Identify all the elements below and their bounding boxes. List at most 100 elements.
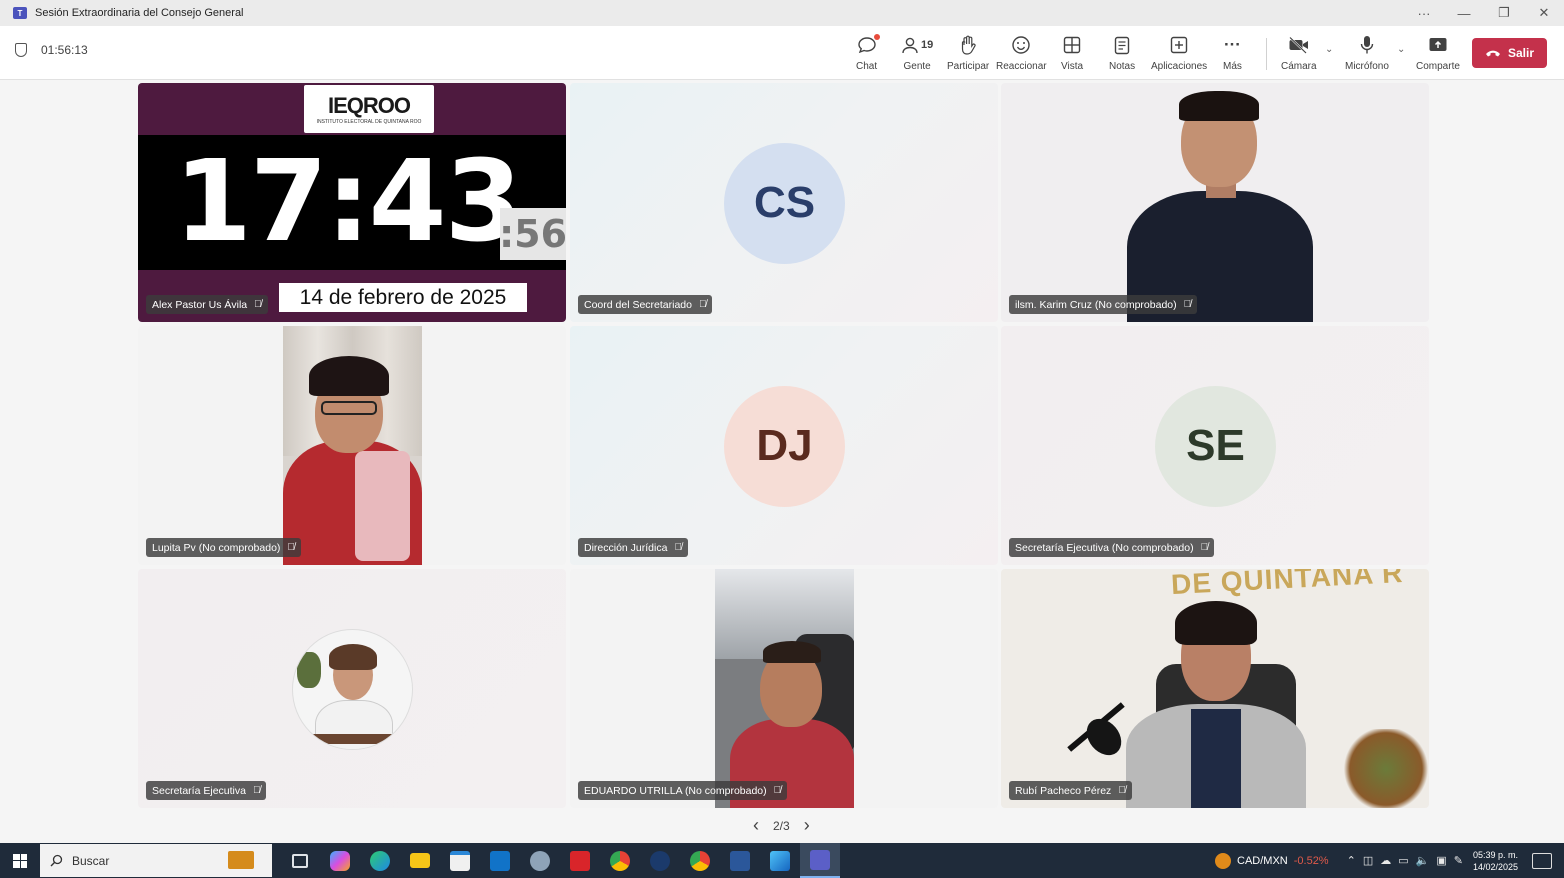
avatar: SE [1155,385,1276,507]
battery-icon[interactable]: ▣ [1436,854,1446,867]
participant-tile-cs[interactable]: CS Coord del Secretariado 🎙̸ [570,83,998,322]
app-icon [530,850,550,871]
chrome-profile-button[interactable] [680,843,720,878]
blouse [1191,709,1241,808]
notes-button[interactable]: Notas [1109,34,1135,72]
store-button[interactable] [440,843,480,878]
file-explorer-button[interactable] [400,843,440,878]
chrome-button[interactable] [600,843,640,878]
system-clock[interactable]: 05:39 p. m. 14/02/2025 [1473,849,1518,873]
store-icon [450,850,470,871]
webex-icon [650,850,670,871]
participant-tile-se[interactable]: SE Secretaría Ejecutiva (No comprobado) … [1001,326,1429,565]
microphone-options-chevron-icon[interactable]: ⌄ [1397,44,1405,55]
outlook-button[interactable] [480,843,520,878]
task-view-button[interactable] [280,843,320,878]
share-screen-icon [1428,34,1448,56]
apps-label: Aplicaciones [1151,61,1208,72]
acrobat-button[interactable] [560,843,600,878]
copilot-button[interactable] [320,843,360,878]
people-count: 19 [921,39,934,51]
participant-name-tag: Rubí Pacheco Pérez 🎙̸ [1009,781,1132,800]
avatar-photo [292,628,413,750]
stock-ticker[interactable]: CAD/MXN -0.52% [1215,852,1329,869]
camera-options-chevron-icon[interactable]: ⌄ [1325,44,1333,55]
chevron-up-icon[interactable]: ⌃ [1347,854,1356,867]
participant-name: Lupita Pv (No comprobado) [152,541,281,554]
unread-dot [873,34,880,40]
teams-tray-icon[interactable]: ◫ [1363,854,1373,867]
participant-tile-eduardo[interactable]: EDUARDO UTRILLA (No comprobado) 🎙̸ [570,569,998,808]
minimize-icon[interactable]: — [1444,6,1484,21]
participant-name-tag: Secretaría Ejecutiva (No comprobado) 🎙̸ [1009,538,1215,557]
taskbar-search[interactable]: Buscar [40,844,272,877]
clock-face: 17:43 :56 [138,135,566,270]
notes-icon [1114,34,1130,56]
people-button[interactable]: 19 Gente [901,34,933,72]
camera-button[interactable]: Cámara [1281,34,1317,72]
plant [1341,729,1429,808]
photos-button[interactable] [760,843,800,878]
more-button[interactable]: ··· Más [1223,34,1242,72]
share-button[interactable]: Comparte [1416,34,1460,72]
video-feed [283,326,422,565]
participant-name: Secretaría Ejecutiva [152,784,246,797]
participant-tile-rubi[interactable]: DE QUINTANA R Rubí Pacheco Pérez 🎙̸ [1001,569,1429,808]
meeting-stage: IEQROO INSTITUTO ELECTORAL DE QUINTANA R… [0,80,1564,843]
teams-icon [810,849,830,870]
ellipsis-icon: ··· [1223,35,1241,54]
camera-off-icon [1288,34,1310,56]
restore-icon[interactable]: ❐ [1484,5,1524,21]
teams-taskbar-button[interactable] [800,843,840,878]
participant-name: ilsm. Karim Cruz (No comprobado) [1015,298,1177,311]
start-button[interactable] [0,853,40,868]
leave-button[interactable]: Salir [1472,38,1547,68]
word-button[interactable] [720,843,760,878]
currency-icon [1215,852,1231,869]
raise-hand-button[interactable]: Participar [947,34,989,72]
react-button[interactable]: Reaccionar [996,34,1047,72]
participant-name-tag: Coord del Secretariado 🎙̸ [578,295,713,314]
clock-time-text: 05:39 p. m. [1472,849,1518,860]
system-tray: CAD/MXN -0.52% ⌃ ◫ ☁ ▭ 🔈 ▣ ✎ 05:39 p. m.… [1215,843,1564,878]
leave-label: Salir [1507,46,1534,60]
participant-tile-karim[interactable]: ilsm. Karim Cruz (No comprobado) 🎙̸ [1001,83,1429,322]
person-hair [763,641,821,663]
next-page-chevron-icon[interactable]: › [804,815,810,836]
app-button[interactable] [520,843,560,878]
onedrive-icon[interactable]: ☁ [1380,854,1391,867]
logo-subtext: INSTITUTO ELECTORAL DE QUINTANA ROO [316,119,422,125]
volume-icon[interactable]: 🔈 [1416,854,1430,867]
microphone-button[interactable]: Micrófono [1345,34,1389,72]
close-icon[interactable]: ✕ [1524,5,1564,21]
search-label: Buscar [72,853,110,868]
smile-icon [1011,34,1031,56]
notes-label: Notas [1109,61,1136,72]
participant-tile-dj[interactable]: DJ Dirección Jurídica 🎙̸ [570,326,998,565]
participant-tile-clock[interactable]: IEQROO INSTITUTO ELECTORAL DE QUINTANA R… [138,83,566,322]
avatar: CS [724,142,845,264]
view-button[interactable]: Vista [1061,34,1083,72]
participant-tile-lupita[interactable]: Lupita Pv (No comprobado) 🎙̸ [138,326,566,565]
more-options-icon[interactable]: ··· [1404,6,1444,21]
pen-icon[interactable]: ✎ [1454,854,1463,867]
page-indicator: 2/3 [773,818,790,833]
notification-center-icon[interactable] [1532,852,1552,869]
windows-logo-icon [13,853,27,868]
view-label: Vista [1061,61,1084,72]
meeting-timer: 01:56:13 [15,43,88,57]
ticker-change: -0.52% [1293,854,1329,867]
clock-date-text: 14/02/2025 [1472,861,1518,872]
prev-page-chevron-icon[interactable]: ‹ [753,815,759,836]
edge-button[interactable] [360,843,400,878]
chat-button[interactable]: Chat [856,34,880,72]
participant-tile-secretaria[interactable]: Secretaría Ejecutiva 🎙̸ [138,569,566,808]
person-hair [1179,91,1259,121]
apps-button[interactable]: Aplicaciones [1151,34,1207,72]
network-icon[interactable]: ▭ [1398,854,1408,867]
webex-button[interactable] [640,843,680,878]
chrome-icon [610,850,630,871]
chat-icon [857,34,880,56]
photos-icon [770,850,790,871]
shawl [355,451,410,561]
